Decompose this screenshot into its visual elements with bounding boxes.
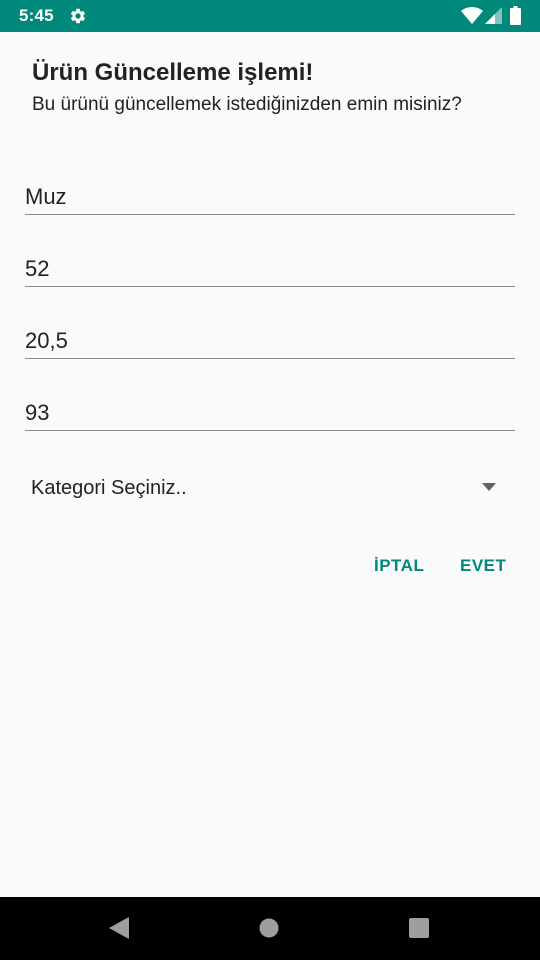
product-price-input[interactable] bbox=[25, 328, 515, 354]
signal-icon bbox=[485, 7, 502, 24]
battery-icon bbox=[510, 6, 521, 25]
dialog-title: Ürün Güncelleme işlemi! bbox=[32, 59, 314, 86]
home-icon[interactable] bbox=[259, 918, 279, 938]
dialog-message: Bu ürünü güncellemek istediğinizden emin… bbox=[32, 94, 462, 115]
category-spinner-label: Kategori Seçiniz.. bbox=[31, 477, 187, 499]
product-quantity-input[interactable] bbox=[25, 256, 515, 282]
navigation-bar bbox=[0, 897, 540, 960]
product-price-field[interactable] bbox=[25, 320, 515, 359]
back-icon[interactable] bbox=[109, 917, 129, 939]
cancel-button[interactable]: İPTAL bbox=[374, 556, 424, 576]
wifi-icon bbox=[461, 7, 483, 24]
confirm-button[interactable]: EVET bbox=[460, 556, 506, 576]
category-spinner[interactable]: Kategori Seçiniz.. bbox=[25, 466, 515, 510]
status-bar: 5:45 bbox=[0, 0, 540, 32]
product-stock-field[interactable] bbox=[25, 392, 515, 431]
product-stock-input[interactable] bbox=[25, 400, 515, 426]
dropdown-arrow-icon bbox=[482, 483, 496, 491]
product-name-field[interactable] bbox=[25, 176, 515, 215]
status-time: 5:45 bbox=[19, 6, 54, 25]
product-quantity-field[interactable] bbox=[25, 248, 515, 287]
recents-icon[interactable] bbox=[409, 918, 429, 938]
gear-icon bbox=[70, 8, 86, 24]
product-name-input[interactable] bbox=[25, 184, 515, 210]
